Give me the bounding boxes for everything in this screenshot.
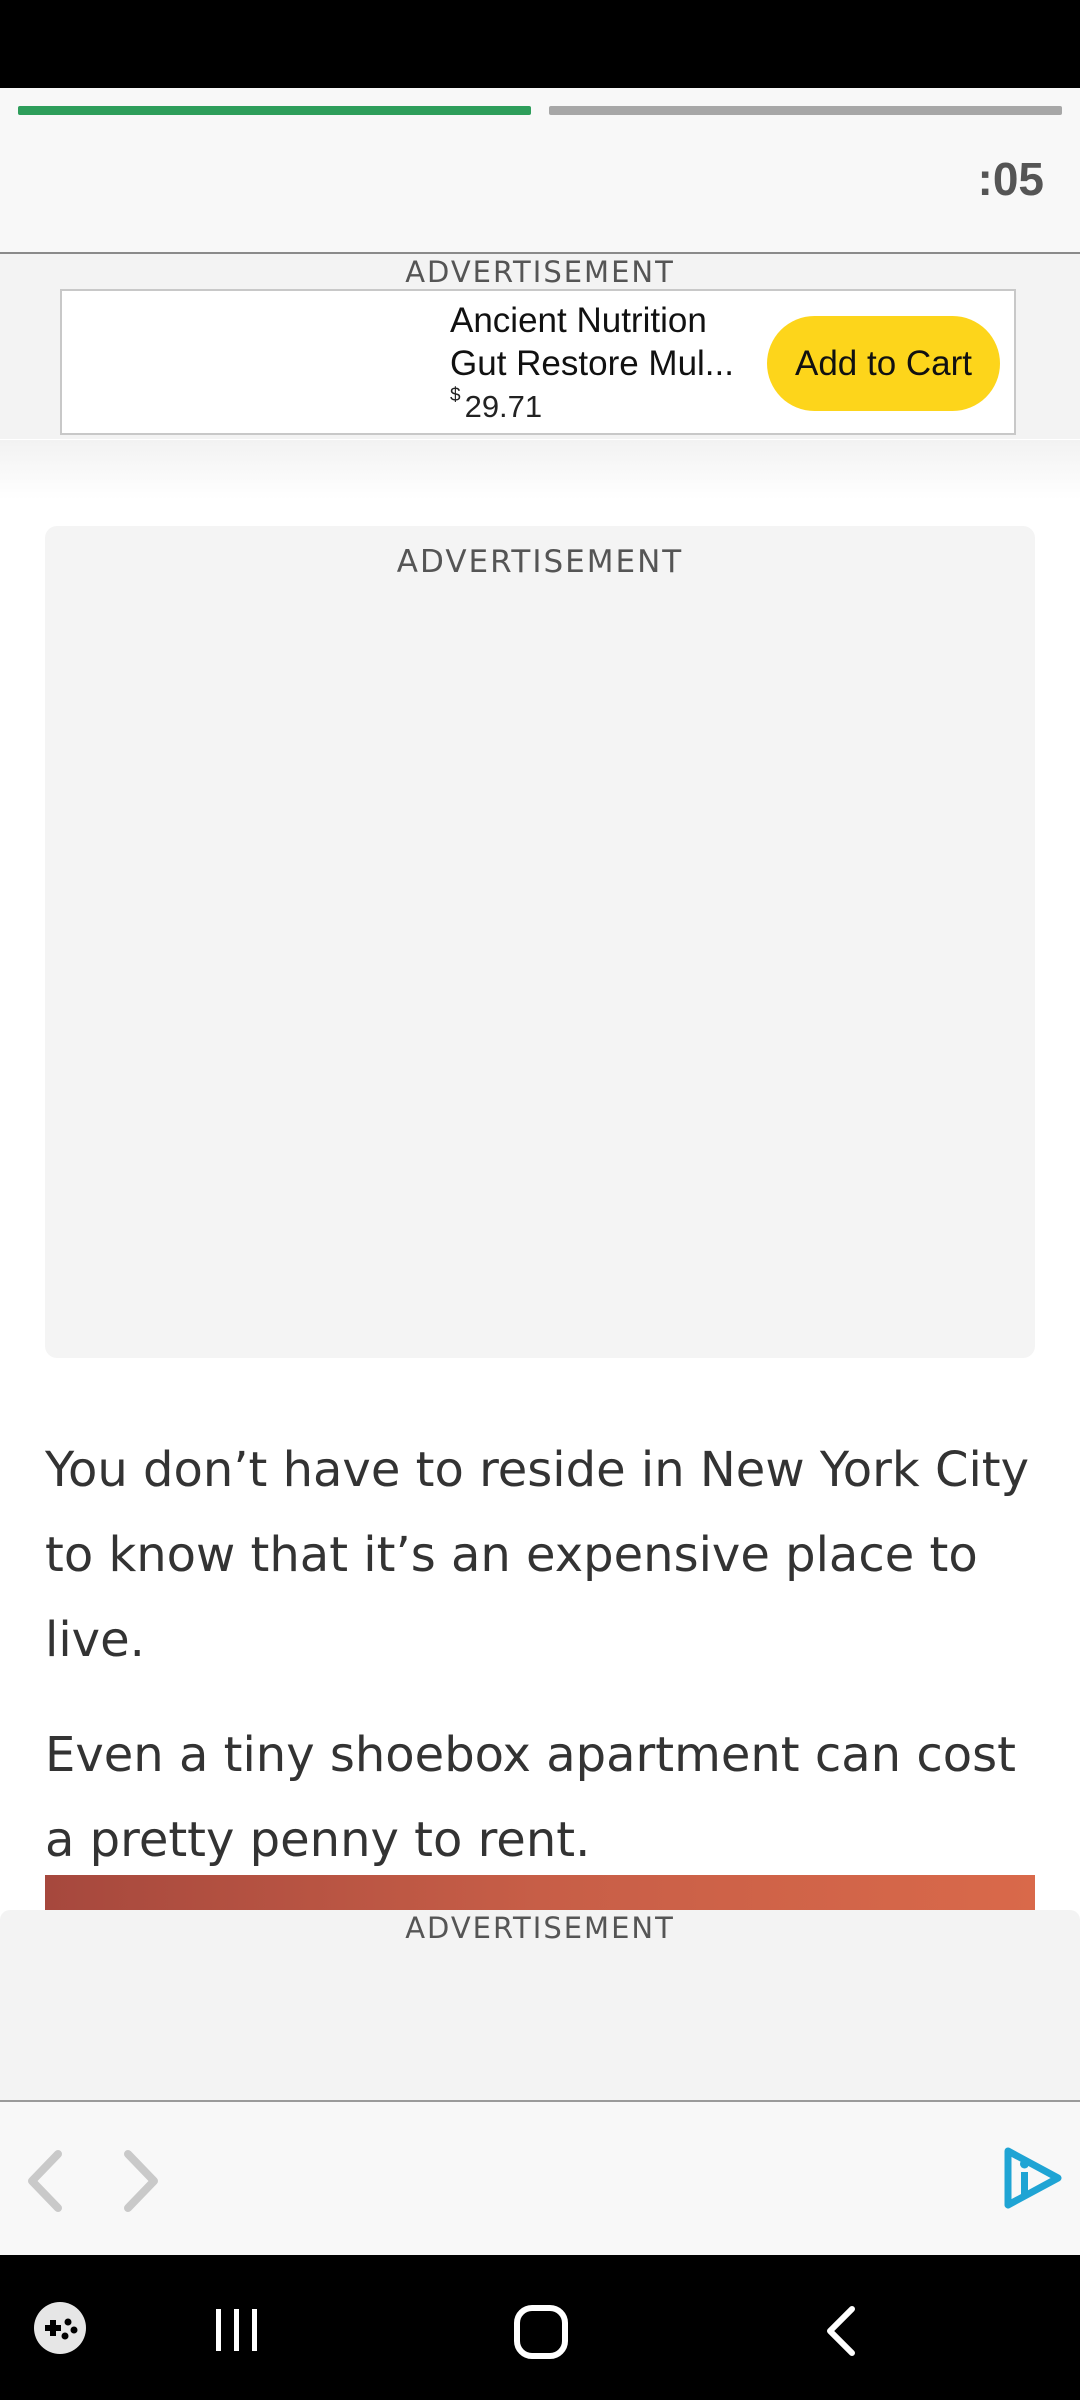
article-paragraph-1: You don’t have to reside in New York Cit… bbox=[45, 1442, 1030, 1668]
back-icon[interactable] bbox=[822, 2305, 862, 2362]
chevron-right-icon[interactable] bbox=[108, 2146, 168, 2216]
story-progress-segment-1 bbox=[18, 106, 531, 115]
article-body: You don’t have to reside in New York Cit… bbox=[45, 1428, 1045, 1913]
price-currency: $ bbox=[450, 385, 461, 406]
story-progress-fill bbox=[18, 106, 531, 115]
story-navigation bbox=[0, 2102, 1080, 2255]
article-paragraph-2: Even a tiny shoebox apartment can cost a… bbox=[45, 1727, 1016, 1868]
game-launcher-icon[interactable] bbox=[32, 2300, 88, 2361]
article-image bbox=[45, 1875, 1035, 1913]
recent-apps-icon[interactable] bbox=[212, 2305, 262, 2360]
home-icon[interactable] bbox=[512, 2303, 570, 2366]
story-progress-segment-2 bbox=[549, 106, 1062, 115]
divider-shadow bbox=[0, 440, 1080, 500]
top-advertisement: ADVERTISEMENT Ancient Nutrition Gut Rest… bbox=[0, 254, 1080, 439]
product-price: $29.71 bbox=[450, 385, 543, 425]
product-name[interactable]: Ancient Nutrition Gut Restore Mul... bbox=[450, 299, 750, 385]
add-to-cart-button[interactable]: Add to Cart bbox=[767, 316, 1000, 411]
product-name-line-2: Gut Restore Mul... bbox=[450, 344, 734, 383]
status-bar bbox=[0, 0, 1080, 88]
price-value: 29.71 bbox=[464, 389, 543, 424]
story-timer: :05 bbox=[977, 153, 1044, 205]
system-navigation-bar bbox=[0, 2255, 1080, 2400]
chevron-left-icon[interactable] bbox=[18, 2146, 78, 2216]
ad-label: ADVERTISEMENT bbox=[405, 255, 675, 289]
brand-logo-icon[interactable] bbox=[998, 2145, 1064, 2211]
ad-label: ADVERTISEMENT bbox=[405, 1911, 675, 1945]
product-ad-card[interactable]: Ancient Nutrition Gut Restore Mul... $29… bbox=[60, 289, 1016, 435]
bottom-advertisement[interactable]: ADVERTISEMENT bbox=[0, 1910, 1080, 2102]
product-name-line-1: Ancient Nutrition bbox=[450, 301, 707, 340]
mid-advertisement[interactable]: ADVERTISEMENT bbox=[45, 526, 1035, 1358]
ad-label: ADVERTISEMENT bbox=[396, 544, 684, 580]
story-header: :05 bbox=[0, 88, 1080, 254]
